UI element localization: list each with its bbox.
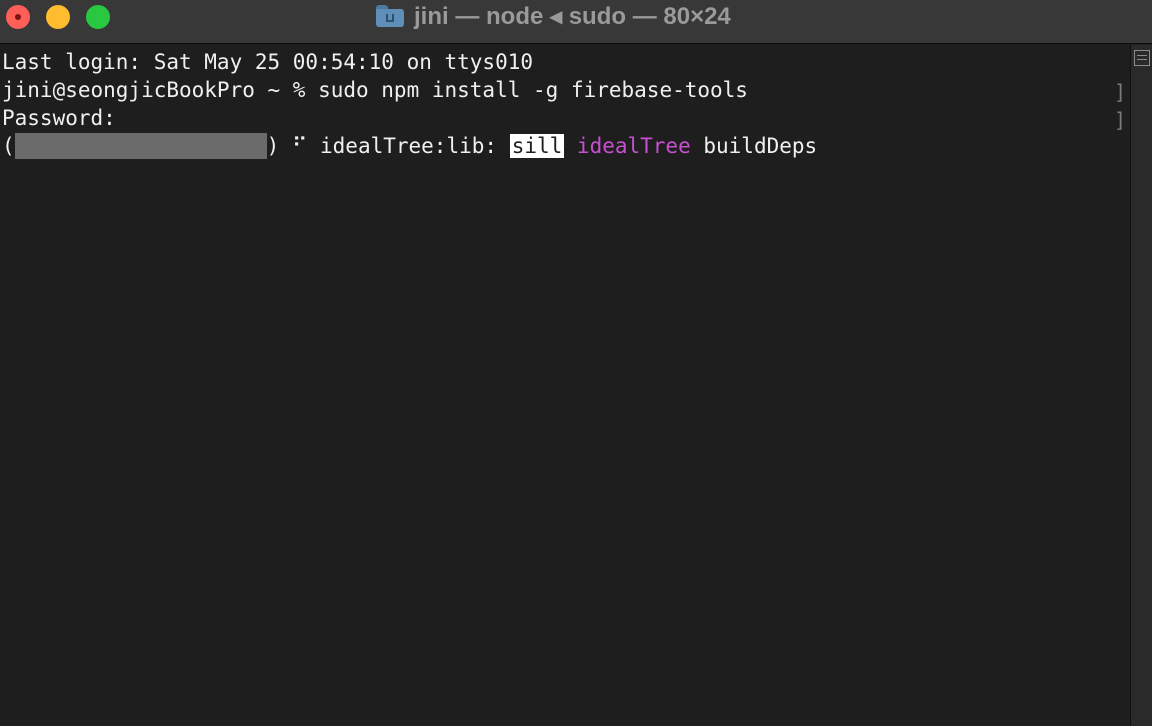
redacted-progress-bar bbox=[14, 133, 267, 159]
command-line: jini@seongjicBookPro ~ % sudo npm instal… bbox=[2, 78, 748, 102]
spinner-glyph: ⠋ bbox=[291, 134, 308, 158]
close-paren: ) bbox=[266, 134, 280, 158]
terminal-window: jini — node ◂ sudo — 80×24 Last login: S… bbox=[0, 0, 1152, 726]
home-folder-icon bbox=[376, 5, 404, 27]
log-category: idealTree bbox=[576, 134, 691, 158]
window-title-text: jini — node ◂ sudo — 80×24 bbox=[414, 2, 731, 30]
close-button[interactable] bbox=[6, 5, 30, 29]
terminal-output[interactable]: Last login: Sat May 25 00:54:10 on ttys0… bbox=[0, 45, 1130, 726]
npm-stage: idealTree:lib: bbox=[320, 134, 498, 158]
scroll-view-icon[interactable] bbox=[1134, 50, 1150, 66]
maximize-button[interactable] bbox=[86, 5, 110, 29]
password-prompt: Password: bbox=[2, 106, 116, 130]
window-title: jini — node ◂ sudo — 80×24 bbox=[376, 0, 731, 32]
open-paren: ( bbox=[2, 134, 15, 158]
log-message: buildDeps bbox=[703, 134, 818, 158]
scrollbar[interactable] bbox=[1130, 45, 1152, 726]
line-bracket-marks: ]] bbox=[1113, 80, 1126, 132]
log-level-badge: sill bbox=[509, 134, 565, 158]
npm-progress-line: () ⠋ idealTree:lib: sill idealTree build… bbox=[0, 132, 1130, 160]
title-bar[interactable]: jini — node ◂ sudo — 80×24 bbox=[0, 0, 1152, 44]
minimize-button[interactable] bbox=[46, 5, 70, 29]
last-login-line: Last login: Sat May 25 00:54:10 on ttys0… bbox=[2, 50, 534, 74]
